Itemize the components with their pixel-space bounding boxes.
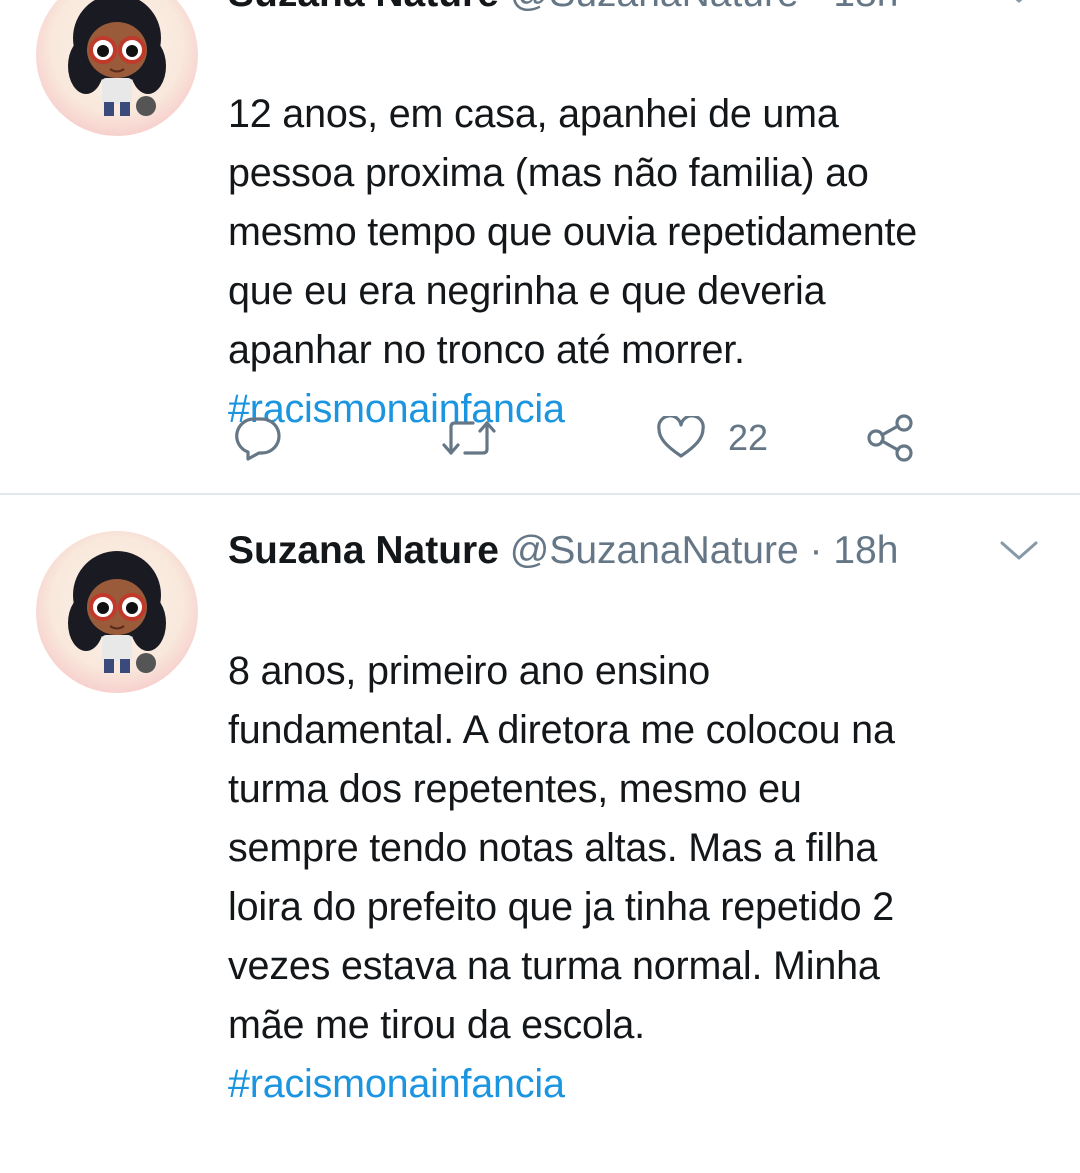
- author-name[interactable]: Suzana Nature: [228, 529, 499, 572]
- author-name[interactable]: Suzana Nature: [228, 0, 499, 15]
- tweet-actions: 22: [0, 408, 1080, 468]
- chevron-down-icon[interactable]: [998, 539, 1040, 563]
- reply-icon: [235, 417, 281, 461]
- tweet-header: Suzana Nature @SuzanaNature · 18h: [228, 0, 988, 22]
- tweet-text-content: 8 anos, primeiro ano ensino fundamental.…: [228, 649, 895, 1047]
- like-count: 22: [728, 417, 769, 458]
- avatar[interactable]: [36, 0, 198, 136]
- tweet-text-content: 12 anos, em casa, apanhei de uma pessoa …: [228, 92, 918, 372]
- avatar[interactable]: [36, 531, 198, 693]
- timestamp[interactable]: 18h: [833, 0, 898, 15]
- chevron-down-icon[interactable]: [998, 0, 1040, 6]
- retweet-icon: [442, 421, 496, 455]
- timestamp[interactable]: 18h: [833, 529, 898, 572]
- author-handle[interactable]: @SuzanaNature: [510, 529, 799, 572]
- tweet-2[interactable]: Suzana Nature @SuzanaNature · 18h 8 anos…: [0, 495, 1080, 1106]
- share-button[interactable]: [866, 408, 916, 468]
- hashtag-link[interactable]: #racismonainfancia: [228, 1055, 1048, 1114]
- share-icon: [867, 414, 913, 462]
- retweet-button[interactable]: [441, 408, 497, 468]
- tweet-text: 8 anos, primeiro ano ensino fundamental.…: [228, 583, 1048, 1173]
- author-handle[interactable]: @SuzanaNature: [510, 0, 799, 15]
- reply-button[interactable]: [234, 408, 282, 468]
- separator: ·: [810, 0, 823, 15]
- tweet-1[interactable]: Suzana Nature @SuzanaNature · 18h 12 ano…: [0, 0, 1080, 494]
- separator: ·: [809, 529, 823, 572]
- avatar-illustration: [68, 0, 166, 116]
- tweet-header: Suzana Nature @SuzanaNature · 18h: [228, 523, 988, 579]
- heart-icon: [657, 416, 705, 458]
- avatar-illustration: [68, 551, 166, 673]
- like-button[interactable]: 22: [656, 408, 768, 468]
